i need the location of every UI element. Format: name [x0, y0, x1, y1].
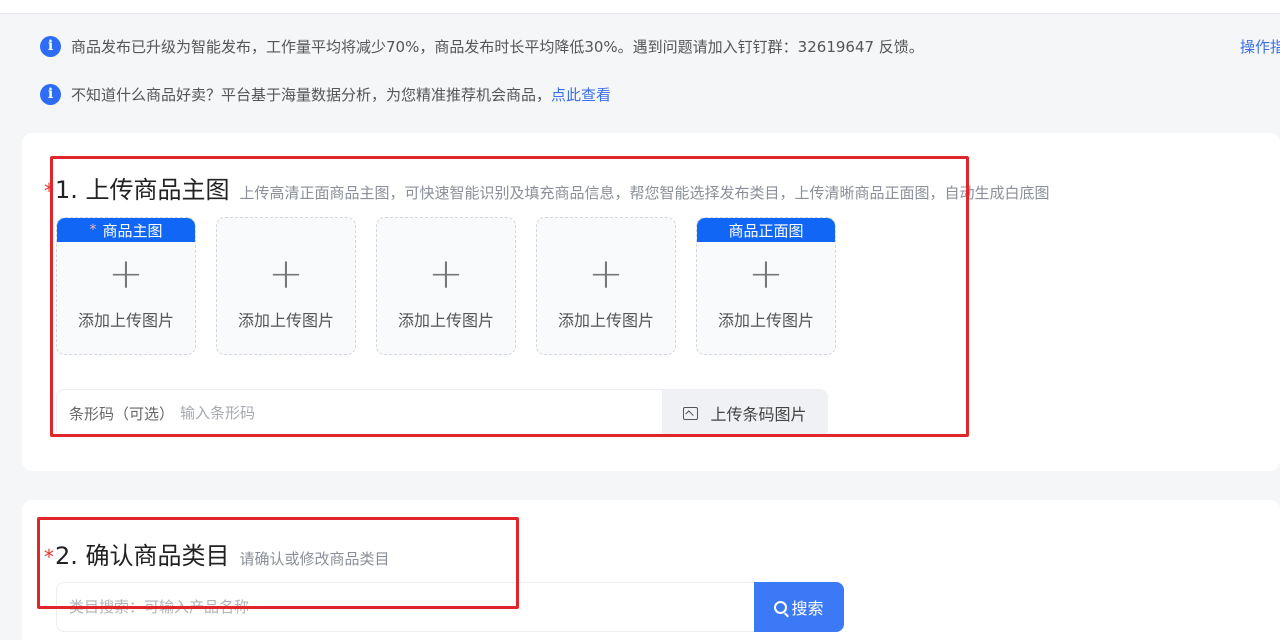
section-title-text: 2. 确认商品类目: [55, 542, 230, 570]
notice-recommend: i 不知道什么商品好卖？平台基于海量数据分析，为您精准推荐机会商品， 点此查看: [40, 82, 611, 106]
category-section-title: * 2. 确认商品类目 请确认或修改商品类目: [44, 536, 390, 571]
slot-tag-label: 商品主图: [102, 221, 163, 240]
upload-section-title: * 1. 上传商品主图 上传高清正面商品主图，可快速智能识别及填充商品信息，帮您…: [44, 170, 1050, 205]
top-bar: [0, 0, 1280, 14]
notice-upgrade: i 商品发布已升级为智能发布，工作量平均将减少70%，商品发布时长平均降低30%…: [40, 34, 924, 58]
plus-icon: +: [108, 249, 144, 298]
upload-slot-main[interactable]: * 商品主图 + 添加上传图片: [56, 217, 196, 355]
upload-slot-3[interactable]: + 添加上传图片: [376, 217, 516, 355]
info-icon: i: [40, 35, 61, 57]
upload-section-card: * 1. 上传商品主图 上传高清正面商品主图，可快速智能识别及填充商品信息，帮您…: [22, 133, 1280, 471]
upload-slot-4[interactable]: + 添加上传图片: [536, 217, 676, 355]
upload-slot-front[interactable]: 商品正面图 + 添加上传图片: [696, 217, 836, 355]
slot-label: 添加上传图片: [557, 311, 654, 330]
search-button[interactable]: 搜索: [754, 582, 844, 632]
category-section-card: * 2. 确认商品类目 请确认或修改商品类目 搜索: [22, 500, 1280, 640]
slot-label: 添加上传图片: [717, 311, 814, 330]
view-recommendations-link[interactable]: 点此查看: [551, 84, 611, 105]
section-hint: 请确认或修改商品类目: [239, 550, 390, 568]
upload-barcode-label: 上传条码图片: [710, 405, 807, 424]
slot-label: 添加上传图片: [237, 311, 334, 330]
required-mark: *: [44, 179, 54, 203]
plus-icon: +: [428, 249, 464, 298]
slot-label: 添加上传图片: [77, 311, 174, 330]
category-search-input[interactable]: [56, 582, 754, 632]
plus-icon: +: [588, 249, 624, 298]
barcode-field: 条形码（可选）: [56, 389, 662, 437]
plus-icon: +: [748, 249, 784, 298]
barcode-input[interactable]: [180, 404, 561, 422]
notice-recommend-text: 不知道什么商品好卖？平台基于海量数据分析，为您精准推荐机会商品，: [71, 85, 552, 104]
search-button-label: 搜索: [791, 599, 824, 618]
notice-upgrade-text: 商品发布已升级为智能发布，工作量平均将减少70%，商品发布时长平均降低30%。遇…: [71, 37, 924, 56]
slot-tag: * 商品主图: [57, 218, 195, 242]
barcode-label: 条形码（可选）: [69, 404, 175, 423]
required-mark: *: [89, 222, 97, 238]
slot-tag-label: 商品正面图: [728, 221, 804, 240]
image-icon: [683, 406, 699, 420]
section-hint: 上传高清正面商品主图，可快速智能识别及填充商品信息，帮您智能选择发布类目，上传清…: [239, 184, 1050, 202]
barcode-row: 条形码（可选） 上传条码图片: [56, 389, 828, 437]
slot-tag: 商品正面图: [697, 218, 835, 242]
operation-guide-link[interactable]: 操作指: [1240, 36, 1280, 57]
image-upload-slots: * 商品主图 + 添加上传图片 + 添加上传图片 + 添加上传图片 + 添加上传…: [56, 217, 856, 355]
required-mark: *: [44, 545, 54, 569]
upload-slot-2[interactable]: + 添加上传图片: [216, 217, 356, 355]
info-icon: i: [40, 83, 61, 105]
search-icon: [774, 600, 788, 614]
plus-icon: +: [268, 249, 304, 298]
upload-barcode-button[interactable]: 上传条码图片: [662, 389, 828, 437]
category-search-row: 搜索: [56, 582, 844, 632]
slot-label: 添加上传图片: [397, 311, 494, 330]
section-title-text: 1. 上传商品主图: [55, 176, 230, 204]
